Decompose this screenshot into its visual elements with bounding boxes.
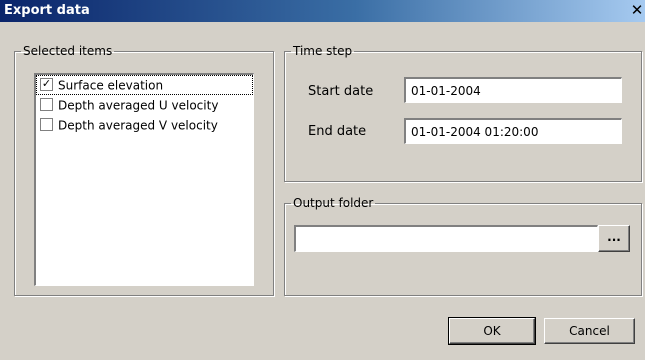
browse-button[interactable]: ...	[598, 225, 630, 252]
start-date-field[interactable]: 01-01-2004	[404, 77, 622, 103]
list-item[interactable]: ✓ Surface elevation	[36, 75, 253, 95]
end-date-field[interactable]: 01-01-2004 01:20:00	[404, 118, 622, 144]
browse-label: ...	[607, 230, 621, 244]
time-step-legend: Time step	[293, 44, 353, 58]
list-item-label: Depth averaged U velocity	[58, 98, 219, 113]
list-item-label: Depth averaged V velocity	[58, 118, 218, 133]
window-title: Export data	[4, 3, 90, 18]
output-folder-field[interactable]	[294, 225, 598, 252]
time-step-group: Time step	[284, 44, 642, 182]
close-button[interactable]: ✕	[629, 2, 645, 18]
export-data-dialog: Export data ✕ Selected items ✓ Surface el…	[0, 0, 645, 360]
selected-items-list[interactable]: ✓ Surface elevation Depth averaged U velo…	[34, 73, 254, 286]
cancel-label: Cancel	[569, 324, 610, 338]
list-item-label: Surface elevation	[58, 78, 164, 93]
title-bar: Export data ✕	[0, 0, 645, 22]
list-item[interactable]: Depth averaged V velocity	[36, 115, 253, 135]
end-date-label: End date	[308, 124, 367, 139]
checkbox-depth-averaged-u-velocity[interactable]	[40, 98, 53, 111]
ok-button[interactable]: OK	[448, 317, 536, 345]
checkbox-surface-elevation[interactable]: ✓	[40, 78, 53, 91]
list-item[interactable]: Depth averaged U velocity	[36, 95, 253, 115]
checkbox-depth-averaged-v-velocity[interactable]	[40, 118, 53, 131]
selected-items-legend: Selected items	[23, 44, 113, 58]
ok-label: OK	[483, 324, 501, 338]
cancel-button[interactable]: Cancel	[544, 318, 635, 344]
start-date-label: Start date	[308, 84, 374, 99]
output-folder-legend: Output folder	[293, 196, 374, 210]
close-icon: ✕	[630, 1, 644, 19]
